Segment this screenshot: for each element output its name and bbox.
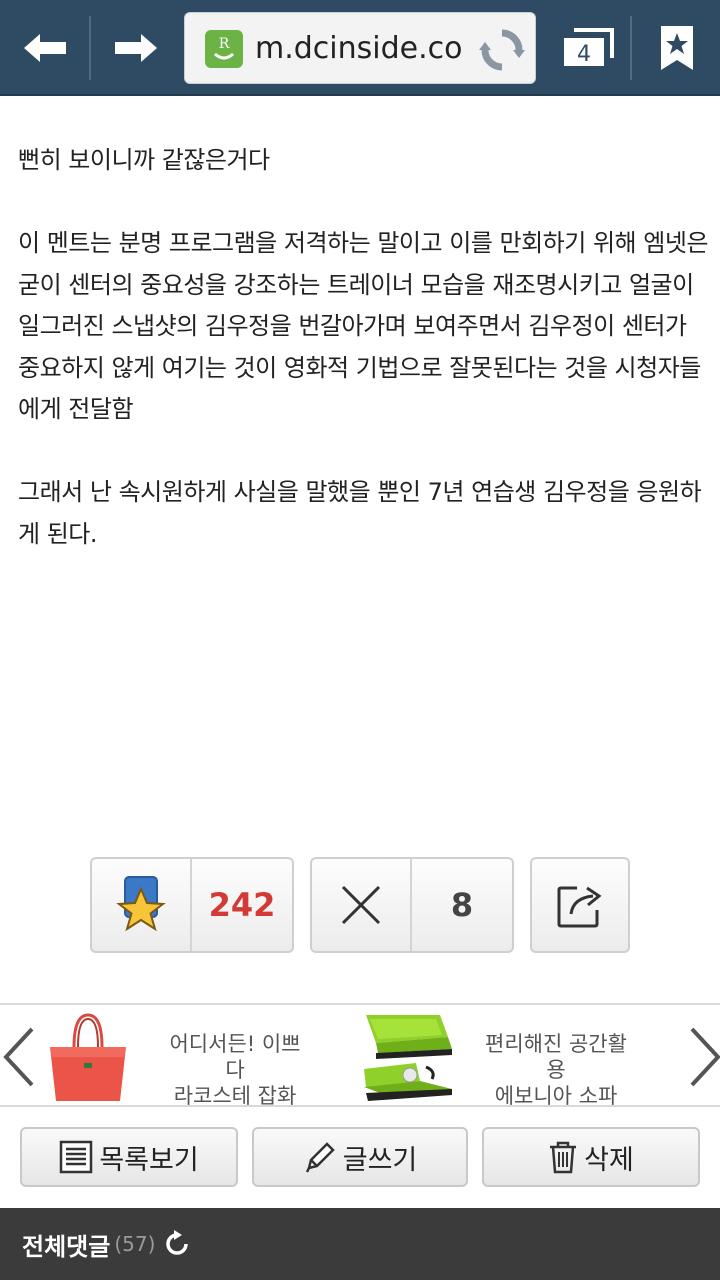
sofa-image[interactable] [356, 1009, 460, 1105]
address-bar[interactable]: R m.dcinside.co [184, 12, 536, 84]
comment-title: 전체댓글 [22, 1232, 111, 1261]
site-favicon-icon: R [205, 30, 243, 68]
bookmark-button[interactable] [634, 0, 720, 96]
ad-item2-line1: 편리해진 공간활용 [485, 1032, 627, 1082]
write-button[interactable]: 글쓰기 [252, 1127, 468, 1187]
back-arrow-icon [24, 34, 66, 62]
tabs-button[interactable]: 4 [546, 0, 630, 96]
comment-count: (57) [114, 1232, 156, 1256]
close-x-icon [341, 885, 381, 925]
article-paragraph: 뻔히 보이니까 같잖은거다 [18, 146, 270, 174]
article-paragraph: 이 멘트는 분명 프로그램을 저격하는 말이고 이를 만회하기 위해 엠넷은 굳… [18, 229, 708, 423]
nonrecommend-x-cell [312, 859, 410, 951]
recommend-button[interactable]: 242 [90, 857, 294, 953]
svg-text:R: R [219, 36, 230, 52]
write-label: 글쓰기 [342, 1144, 418, 1176]
ad-item1-line1: 어디서든! 이쁘다 [169, 1032, 301, 1082]
browser-toolbar: R m.dcinside.co 4 [0, 0, 720, 96]
comment-refresh-icon[interactable] [163, 1230, 191, 1258]
list-icon [60, 1140, 93, 1174]
nonrecommend-button[interactable]: 8 [310, 857, 514, 953]
star-icon [116, 876, 166, 932]
share-button[interactable] [530, 857, 630, 953]
tabs-icon: 4 [564, 28, 614, 67]
delete-button[interactable]: 삭제 [482, 1127, 700, 1187]
tab-count: 4 [577, 42, 591, 67]
list-view-label: 목록보기 [99, 1144, 199, 1176]
ad-item2-text[interactable]: 편리해진 공간활용 에보니아 소파 [476, 1031, 636, 1109]
nonrecommend-count: 8 [412, 859, 512, 951]
ad-item1-text[interactable]: 어디서든! 이쁘다 라코스테 잡화 [160, 1031, 310, 1109]
ad-prev-icon[interactable] [0, 1025, 40, 1089]
recommend-count-text: 242 [208, 886, 276, 924]
handbag-image[interactable] [46, 1011, 130, 1105]
pencil-icon [305, 1142, 335, 1173]
delete-label: 삭제 [584, 1144, 634, 1176]
back-button[interactable] [0, 0, 90, 96]
list-view-button[interactable]: 목록보기 [20, 1127, 238, 1187]
ad-item2-line2: 에보니아 소파 [494, 1084, 618, 1108]
ad-next-icon[interactable] [684, 1025, 720, 1089]
comment-header: 전체댓글 (57) [0, 1208, 720, 1280]
page: R m.dcinside.co 4 뻔히 보이니까 같잖은거다 이 멘트는 분명… [0, 0, 720, 1280]
article-body: 뻔히 보이니까 같잖은거다 이 멘트는 분명 프로그램을 저격하는 말이고 이를… [18, 140, 708, 597]
share-icon [557, 886, 602, 928]
forward-arrow-icon [115, 34, 157, 62]
nonrecommend-count-text: 8 [450, 886, 474, 924]
refresh-button[interactable] [479, 27, 525, 73]
article-paragraph: 그래서 난 속시원하게 사실을 말했을 뿐인 7년 연습생 김우정을 응원하게 … [18, 478, 702, 548]
trash-icon [550, 1141, 577, 1174]
recommend-count: 242 [192, 859, 292, 951]
recommend-star-cell [92, 859, 190, 951]
refresh-icon [479, 29, 525, 71]
ad-banner: 어디서든! 이쁘다 라코스테 잡화 편리해진 공간활용 에보니아 소파 [0, 1003, 720, 1109]
url-text: m.dcinside.co [255, 31, 463, 66]
bookmark-star-icon [661, 26, 693, 70]
ad-item1-line2: 라코스테 잡화 [173, 1084, 297, 1108]
forward-button[interactable] [91, 0, 181, 96]
toolbar-separator [630, 16, 632, 80]
